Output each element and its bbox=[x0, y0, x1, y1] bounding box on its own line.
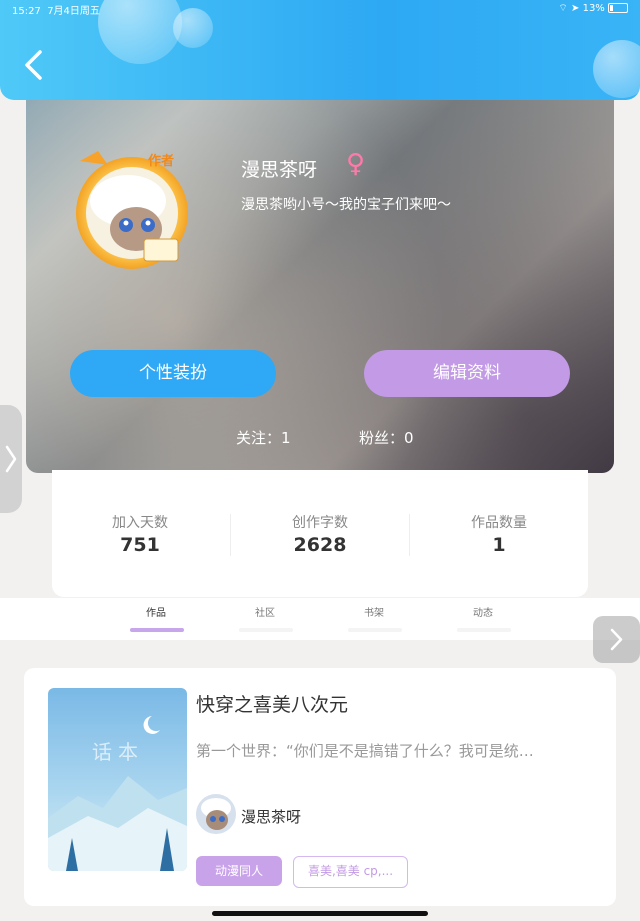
female-gender-icon: ♀ bbox=[346, 149, 366, 179]
stats-panel: 加入天数 751 创作字数 2628 作品数量 1 bbox=[52, 470, 588, 597]
user-name: 漫思茶呀 bbox=[241, 159, 318, 181]
stat-join-days: 加入天数 751 bbox=[80, 512, 200, 556]
cover-landscape-image bbox=[48, 716, 187, 871]
avatar[interactable] bbox=[70, 143, 200, 271]
tab-works-indicator bbox=[130, 628, 184, 632]
author-badge: 作者 bbox=[148, 154, 175, 169]
work-title[interactable]: 快穿之喜美八次元 bbox=[196, 690, 348, 717]
author-avatar-image bbox=[196, 794, 236, 834]
wifi-icon: ⌔ bbox=[558, 3, 568, 14]
battery-percent: 13% bbox=[582, 3, 605, 14]
edit-profile-button[interactable]: 编辑资料 bbox=[364, 350, 570, 397]
author-name[interactable]: 漫思茶呀 bbox=[241, 806, 301, 827]
battery-icon bbox=[608, 3, 628, 13]
stat-word-count: 创作字数 2628 bbox=[260, 512, 380, 556]
tab-community[interactable]: 社区 bbox=[230, 604, 300, 619]
work-card[interactable]: 话本 快穿之喜美八次元 第一个世界：“你们是不是搞错了什么？我可是统… 漫思茶呀… bbox=[24, 668, 616, 906]
stat-label: 创作字数 bbox=[292, 515, 348, 531]
tab-activity-indicator bbox=[457, 628, 511, 632]
tab-bookshelf[interactable]: 书架 bbox=[339, 604, 409, 619]
status-time-date: 15:27 7月4日周五 bbox=[12, 2, 100, 17]
stat-value: 1 bbox=[492, 534, 506, 556]
author-avatar[interactable] bbox=[196, 794, 236, 834]
home-indicator[interactable] bbox=[212, 911, 428, 916]
tab-community-indicator bbox=[239, 628, 293, 632]
stat-label: 加入天数 bbox=[112, 515, 168, 531]
location-icon: ➤ bbox=[571, 3, 580, 14]
status-right: ⌔ ➤ 13% bbox=[558, 2, 628, 15]
dress-up-button[interactable]: 个性装扮 bbox=[70, 350, 276, 397]
tab-bookshelf-indicator bbox=[348, 628, 402, 632]
tag-category[interactable]: 动漫同人 bbox=[196, 856, 282, 886]
back-arrow-icon[interactable] bbox=[22, 48, 46, 82]
user-signature: 漫思茶哟小号～我的宝子们来吧～ bbox=[241, 197, 451, 213]
decor-bubble bbox=[593, 40, 640, 98]
status-date: 7月4日周五 bbox=[47, 6, 100, 17]
cover-text: 话本 bbox=[92, 740, 144, 764]
stat-label: 作品数量 bbox=[471, 515, 527, 531]
stat-work-count: 作品数量 1 bbox=[439, 512, 559, 556]
following-count[interactable]: 关注：1 bbox=[236, 427, 291, 448]
right-float-button[interactable] bbox=[593, 616, 640, 663]
tag-keywords[interactable]: 喜美,喜美 cp,... bbox=[293, 856, 408, 888]
followers-count[interactable]: 粉丝：0 bbox=[359, 427, 414, 448]
profile-card: 作者 漫思茶呀 ♀ 漫思茶哟小号～我的宝子们来吧～ 个性装扮 编辑资料 关注：1… bbox=[26, 95, 614, 473]
stat-value: 2628 bbox=[293, 534, 347, 556]
divider bbox=[409, 514, 410, 556]
stat-value: 751 bbox=[120, 534, 160, 556]
tab-activity[interactable]: 动态 bbox=[448, 604, 518, 619]
chevron-right-icon bbox=[610, 628, 623, 651]
tab-works[interactable]: 作品 bbox=[121, 604, 191, 619]
status-time: 15:27 bbox=[12, 6, 41, 17]
divider bbox=[230, 514, 231, 556]
status-bar: 15:27 7月4日周五 ⌔ ➤ 13% bbox=[12, 2, 628, 18]
work-description: 第一个世界：“你们是不是搞错了什么？我可是统… bbox=[196, 742, 534, 760]
chevron-right-icon bbox=[5, 445, 17, 473]
left-drawer-handle[interactable] bbox=[0, 405, 22, 513]
tab-bar: 作品 社区 书架 动态 bbox=[0, 598, 640, 640]
work-cover[interactable]: 话本 bbox=[48, 688, 187, 871]
